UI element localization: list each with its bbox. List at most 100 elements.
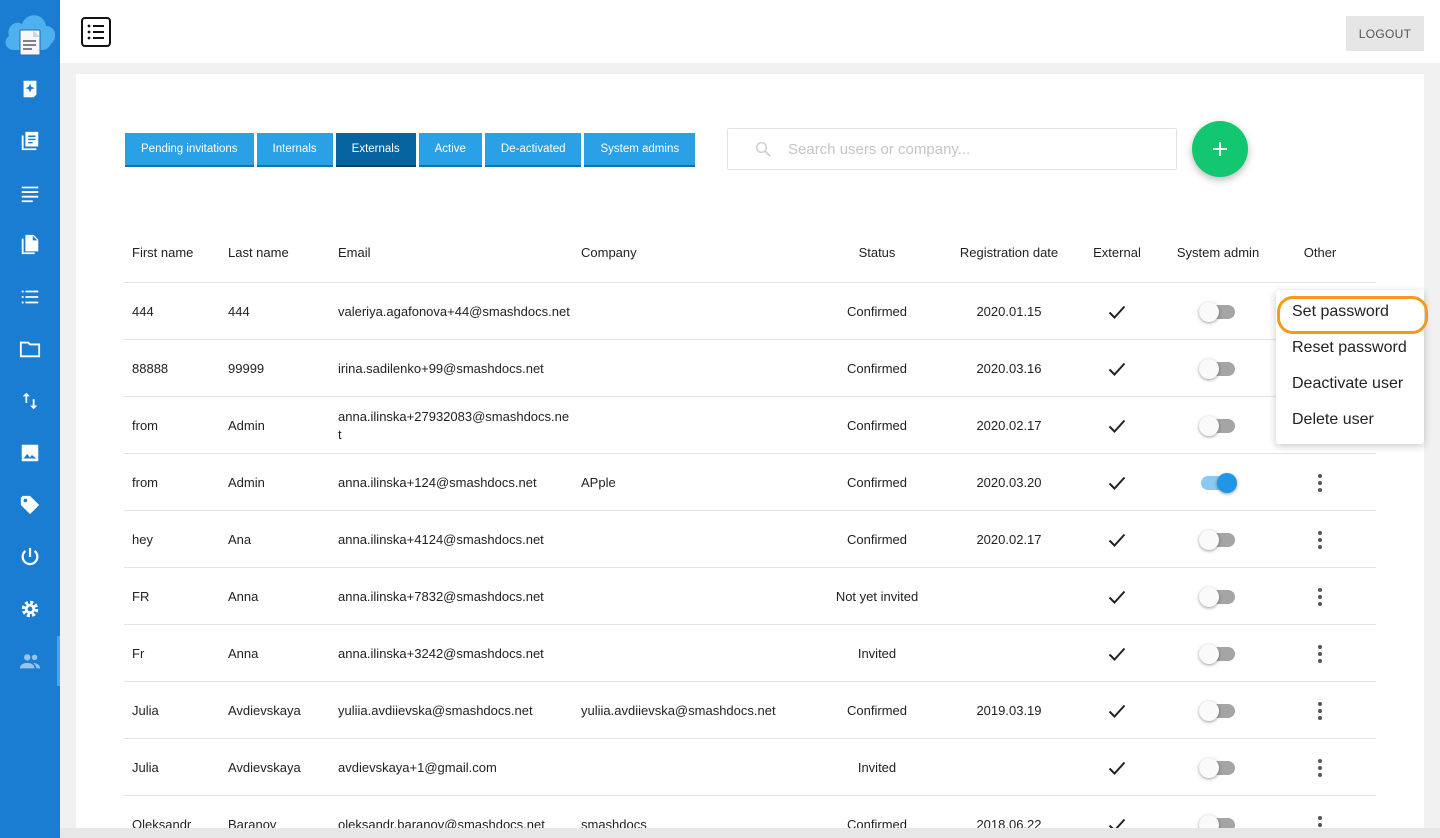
table-row[interactable]: hey Ana anna.ilinska+4124@smashdocs.net Con… xyxy=(124,511,1376,568)
system-admin-toggle[interactable] xyxy=(1199,301,1235,322)
row-actions-menu: Set password Reset password Deactivate use… xyxy=(1276,290,1428,444)
external-cell xyxy=(1082,283,1152,340)
add-user-button[interactable] xyxy=(1192,121,1248,177)
company-cell xyxy=(581,340,811,397)
sidebar-item-tag[interactable] xyxy=(0,480,60,530)
registration-date-cell: 2020.01.15 xyxy=(976,303,1042,319)
other-cell xyxy=(1280,682,1360,739)
first-name-cell: Julia xyxy=(132,759,159,775)
sidebar-item-file-copy[interactable] xyxy=(0,220,60,270)
system-admin-toggle[interactable] xyxy=(1199,757,1235,778)
search-input[interactable] xyxy=(788,140,1148,158)
email-cell: anna.ilinska+124@smashdocs.net xyxy=(338,474,537,490)
gear-icon xyxy=(19,598,41,620)
column-header-status[interactable]: Status xyxy=(816,221,938,283)
last-name-cell: Ana xyxy=(228,531,252,547)
system-admin-toggle[interactable] xyxy=(1201,472,1237,493)
menu-item-reset-password[interactable]: Reset password xyxy=(1276,330,1424,366)
checkmark-icon xyxy=(1108,590,1126,604)
table-row[interactable]: from Admin anna.ilinska+27932083@smashdocs… xyxy=(124,397,1376,454)
system-admin-toggle[interactable] xyxy=(1199,529,1235,550)
logout-button[interactable]: LOGOUT xyxy=(1346,16,1424,51)
menu-item-delete-user[interactable]: Delete user xyxy=(1276,402,1424,438)
external-cell xyxy=(1082,340,1152,397)
sidebar-item-folder[interactable] xyxy=(0,324,60,374)
column-header-email[interactable]: Email xyxy=(338,221,570,283)
system-admin-toggle[interactable] xyxy=(1199,358,1235,379)
system-admin-toggle[interactable] xyxy=(1199,586,1235,607)
table-row[interactable]: 88888 99999 irina.sadilenko+99@smashdocs.n… xyxy=(124,340,1376,397)
tab-active[interactable]: Active xyxy=(418,133,482,167)
column-header-company[interactable]: Company xyxy=(581,221,811,283)
email-cell: anna.ilinska+4124@smashdocs.net xyxy=(338,531,544,547)
more-vertical-icon[interactable] xyxy=(1310,471,1330,495)
table-row[interactable]: FR Anna anna.ilinska+7832@smashdocs.net Not… xyxy=(124,568,1376,625)
sidebar-item-text-lines[interactable] xyxy=(0,168,60,218)
list-menu-icon[interactable] xyxy=(81,17,111,47)
search-icon xyxy=(755,141,771,157)
sidebar-item-list[interactable] xyxy=(0,272,60,322)
first-name-cell: 444 xyxy=(132,303,154,319)
system-admin-cell xyxy=(1169,340,1267,397)
tab-de-activated[interactable]: De-activated xyxy=(484,133,582,167)
sidebar-item-power[interactable] xyxy=(0,532,60,582)
checkmark-icon xyxy=(1108,305,1126,319)
column-header-system-admin[interactable]: System admin xyxy=(1169,221,1267,283)
sidebar-item-users[interactable] xyxy=(0,636,60,686)
sidebar-item-gear[interactable] xyxy=(0,584,60,634)
external-cell xyxy=(1082,625,1152,682)
status-cell: Not yet invited xyxy=(835,588,919,604)
menu-item-set-password[interactable]: Set password xyxy=(1276,294,1428,334)
table-row[interactable]: 444 444 valeriya.agafonova+44@smashdocs.ne… xyxy=(124,283,1376,340)
horizontal-scrollbar[interactable] xyxy=(60,828,1440,838)
table-row[interactable]: Fr Anna anna.ilinska+3242@smashdocs.net Inv… xyxy=(124,625,1376,682)
other-cell xyxy=(1280,511,1360,568)
users-table: First name Last name Email Company Status Reg… xyxy=(124,221,1376,838)
system-admin-toggle[interactable] xyxy=(1199,415,1235,436)
table-row[interactable]: from Admin anna.ilinska+124@smashdocs.net A… xyxy=(124,454,1376,511)
column-header-registration-date[interactable]: Registration date xyxy=(949,221,1069,283)
email-cell: anna.ilinska+3242@smashdocs.net xyxy=(338,645,544,661)
table-row[interactable]: Julia Avdievskaya avdievskaya+1@gmail.com I… xyxy=(124,739,1376,796)
last-name-cell: 99999 xyxy=(228,360,265,376)
column-header-external[interactable]: External xyxy=(1082,221,1152,283)
last-name-cell: 444 xyxy=(228,303,250,319)
table-row[interactable]: Julia Avdievskaya yuliia.avdiievska@smashd… xyxy=(124,682,1376,739)
more-vertical-icon[interactable] xyxy=(1310,528,1330,552)
other-cell xyxy=(1280,625,1360,682)
tab-system-admins[interactable]: System admins xyxy=(584,133,696,167)
top-header: LOGOUT xyxy=(60,0,1440,63)
system-admin-cell xyxy=(1169,625,1267,682)
tab-pending-invitations[interactable]: Pending invitations xyxy=(125,133,254,167)
search-box[interactable] xyxy=(727,128,1177,170)
image-icon xyxy=(19,442,41,464)
more-vertical-icon[interactable] xyxy=(1310,699,1330,723)
status-cell: Confirmed xyxy=(847,474,907,490)
more-vertical-icon[interactable] xyxy=(1310,585,1330,609)
checkmark-icon xyxy=(1108,362,1126,376)
registration-date-cell: 2020.02.17 xyxy=(976,531,1042,547)
sidebar-item-import-export[interactable] xyxy=(0,376,60,426)
checkmark-icon xyxy=(1108,476,1126,490)
external-cell xyxy=(1082,739,1152,796)
sidebar-item-library[interactable] xyxy=(0,116,60,166)
column-header-first-name[interactable]: First name xyxy=(132,221,222,283)
system-admin-toggle[interactable] xyxy=(1199,643,1235,664)
system-admin-toggle[interactable] xyxy=(1199,700,1235,721)
external-cell xyxy=(1082,454,1152,511)
sidebar-item-image[interactable] xyxy=(0,428,60,478)
last-name-cell: Admin xyxy=(228,417,265,433)
column-header-last-name[interactable]: Last name xyxy=(228,221,333,283)
cloud-document-logo-icon[interactable] xyxy=(2,4,58,56)
more-vertical-icon[interactable] xyxy=(1310,642,1330,666)
first-name-cell: Julia xyxy=(132,702,159,718)
menu-item-deactivate-user[interactable]: Deactivate user xyxy=(1276,366,1424,402)
more-vertical-icon[interactable] xyxy=(1310,756,1330,780)
tab-internals[interactable]: Internals xyxy=(256,133,333,167)
tab-externals[interactable]: Externals xyxy=(335,133,416,167)
column-header-other[interactable]: Other xyxy=(1280,221,1360,283)
external-cell xyxy=(1082,568,1152,625)
sidebar-item-document-plus[interactable] xyxy=(0,64,60,114)
table-header: First name Last name Email Company Status Reg… xyxy=(124,221,1376,283)
checkmark-icon xyxy=(1108,704,1126,718)
